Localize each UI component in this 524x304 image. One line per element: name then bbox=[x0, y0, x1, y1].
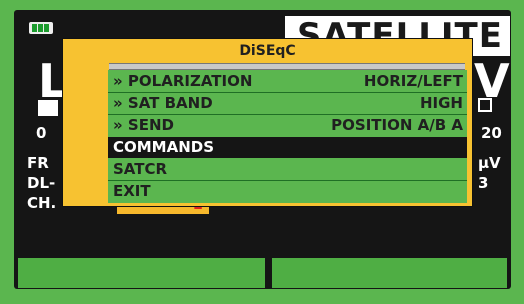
menu-item-label: COMMANDS bbox=[113, 138, 215, 156]
menu-item-label: » POLARIZATION bbox=[113, 72, 253, 90]
right-value: 3 bbox=[478, 174, 489, 192]
scrollbar[interactable] bbox=[109, 63, 465, 70]
menu-item-label: » SEND bbox=[113, 116, 174, 134]
level-bar-end bbox=[478, 98, 492, 112]
menu-item-satcr[interactable]: SATCR bbox=[108, 159, 467, 180]
label-channel: CH. bbox=[27, 194, 57, 212]
menu-item-polarization[interactable]: » POLARIZATION HORIZ/LEFT bbox=[108, 71, 467, 92]
menu-item-label: EXIT bbox=[113, 182, 151, 200]
right-unit: μV bbox=[478, 154, 501, 172]
dialog-title: DiSEqC bbox=[239, 43, 296, 59]
label-downlink: DL- bbox=[27, 174, 56, 192]
scale-end: 20 bbox=[481, 124, 502, 142]
battery-icon bbox=[29, 22, 53, 34]
battery-cell bbox=[38, 24, 43, 32]
level-bar-start bbox=[38, 100, 58, 116]
menu-item-send[interactable]: » SEND POSITION A/B A bbox=[108, 115, 467, 136]
battery-cell bbox=[44, 24, 49, 32]
menu-item-value: HORIZ/LEFT bbox=[363, 72, 463, 90]
menu-item-sat-band[interactable]: » SAT BAND HIGH bbox=[108, 93, 467, 114]
battery-cell bbox=[32, 24, 37, 32]
scale-start: 0 bbox=[36, 124, 47, 142]
label-frequency: FR bbox=[27, 154, 49, 172]
menu-item-label: » SAT BAND bbox=[113, 94, 213, 112]
menu-item-label: SATCR bbox=[113, 160, 168, 178]
menu-item-commands[interactable]: COMMANDS bbox=[108, 137, 467, 158]
menu-item-exit[interactable]: EXIT bbox=[108, 181, 467, 202]
menu-item-value: POSITION A/B A bbox=[331, 116, 463, 134]
diseqc-dialog: DiSEqC » POLARIZATION HORIZ/LEFT » SAT B… bbox=[62, 38, 473, 207]
menu-list: » POLARIZATION HORIZ/LEFT » SAT BAND HIG… bbox=[108, 70, 467, 203]
device-screen: SATELLITE L V 0 20 FR DL- CH. μV 3 2 DiS… bbox=[0, 0, 524, 304]
menu-item-value: HIGH bbox=[419, 94, 463, 112]
